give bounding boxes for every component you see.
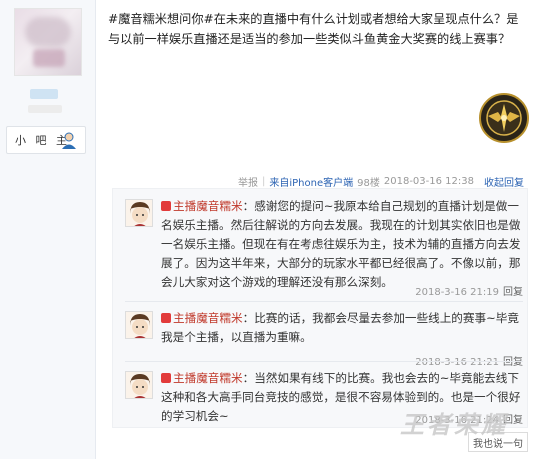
meta-separator: | (262, 175, 266, 187)
user-name-blurred (28, 105, 62, 113)
reply-button[interactable]: 回复 (503, 357, 523, 368)
watermark-logo: 王者荣耀 (400, 411, 508, 439)
reply-time: 2018-3-16 21:21 (415, 357, 499, 368)
streamer-badge-icon (161, 373, 171, 383)
reply-meta: 2018-3-16 21:19 回复 (415, 283, 523, 298)
reply-avatar-image (126, 200, 152, 226)
avatar-blur-shape (25, 17, 71, 47)
client-source-link[interactable]: 来自iPhone客户端 (269, 174, 353, 189)
user-sidebar: 小 吧 主 (0, 0, 96, 459)
reply-avatar[interactable] (125, 311, 153, 339)
user-level-badge (30, 89, 58, 99)
reply-list: 主播魔音糯米：感谢您的提问~我原本给自己规划的直播计划是做一名娱乐主播。然后往解… (112, 188, 528, 428)
streamer-badge-icon (161, 313, 171, 323)
reply-time: 2018-3-16 21:19 (415, 287, 499, 298)
post-time: 2018-03-16 12:38 (383, 175, 474, 187)
user-avatar[interactable] (14, 8, 82, 76)
role-badge: 小 吧 主 (6, 126, 86, 154)
reply-avatar[interactable] (125, 371, 153, 399)
avatar-blur-shape-2 (33, 49, 65, 67)
winged-emblem-icon (479, 93, 529, 143)
reply-avatar-image (126, 312, 152, 338)
reply-author[interactable]: 主播魔音糯米 (173, 371, 243, 385)
reply-text: 主播魔音糯米：感谢您的提问~我原本给自己规划的直播计划是做一名娱乐主播。然后往解… (161, 199, 521, 289)
reply-text: 主播魔音糯米：比赛的话，我都会尽量去参加一些线上的赛事~毕竟我是个主播，以直播为… (161, 311, 519, 344)
page: 小 吧 主 #魔音糯米想问你#在未来的直播中有什么计划或者想给大家呈现点什么？是… (0, 0, 540, 459)
collapse-replies-link[interactable]: 收起回复 (484, 174, 524, 189)
reply-author[interactable]: 主播魔音糯米 (173, 311, 243, 325)
post-content: #魔音糯米想问你#在未来的直播中有什么计划或者想给大家呈现点什么？是与以前一样娱… (108, 12, 519, 46)
reply-divider (125, 361, 523, 362)
post-main: #魔音糯米想问你#在未来的直播中有什么计划或者想给大家呈现点什么？是与以前一样娱… (104, 0, 540, 459)
streamer-badge-icon (161, 201, 171, 211)
reply-author[interactable]: 主播魔音糯米 (173, 199, 243, 213)
reply-avatar-image (126, 372, 152, 398)
report-link[interactable]: 举报 (238, 174, 258, 189)
reply-divider (125, 301, 523, 302)
reply-avatar[interactable] (125, 199, 153, 227)
reply-button[interactable]: 回复 (503, 287, 523, 298)
floor-number: 98楼 (357, 177, 380, 189)
moderator-person-icon (62, 132, 76, 149)
